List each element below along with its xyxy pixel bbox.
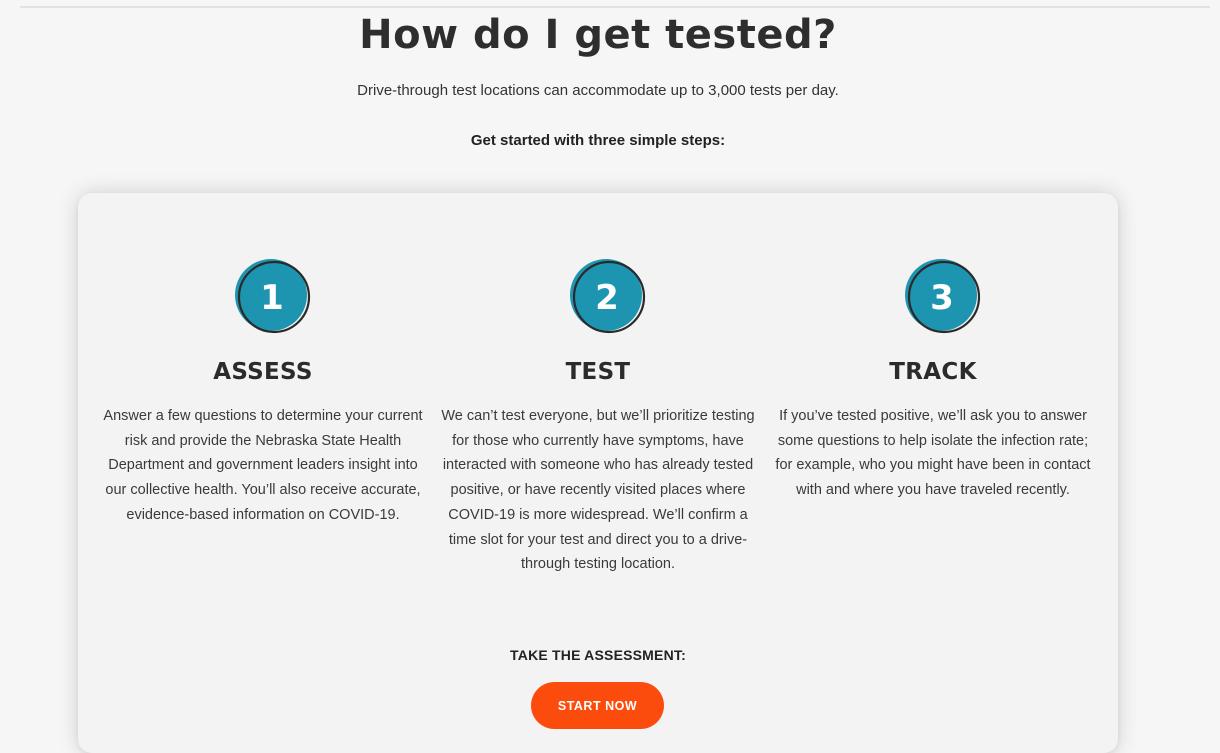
step-number-badge: 1 [232,256,312,336]
cta-label: TAKE THE ASSESSMENT: [510,647,686,663]
steps-card: 1 ASSESS Answer a few questions to deter… [78,193,1118,753]
step-number: 1 [260,278,284,318]
top-divider [20,6,1210,8]
step-number-badge: 3 [902,256,982,336]
steps-intro: Get started with three simple steps: [470,132,726,149]
page-title: How do I get tested? [359,12,837,58]
number-circle-icon: 2 [570,259,646,334]
number-circle-icon: 1 [235,259,311,334]
step-heading: ASSESS [213,359,313,385]
step-heading: TEST [565,359,631,385]
step-number: 2 [595,278,619,318]
step-number: 3 [930,278,954,318]
step-description: If you’ve tested positive, we’ll ask you… [775,408,1091,499]
step-heading: TRACK [889,359,977,385]
start-now-button[interactable]: START NOW [531,682,664,729]
step-description: We can’t test everyone, but we’ll priori… [441,408,755,573]
step-description: Answer a few questions to determine your… [103,408,423,523]
page-subtitle: Drive-through test locations can accommo… [357,82,839,99]
number-circle-icon: 3 [905,259,981,334]
step-number-badge: 2 [567,256,647,336]
